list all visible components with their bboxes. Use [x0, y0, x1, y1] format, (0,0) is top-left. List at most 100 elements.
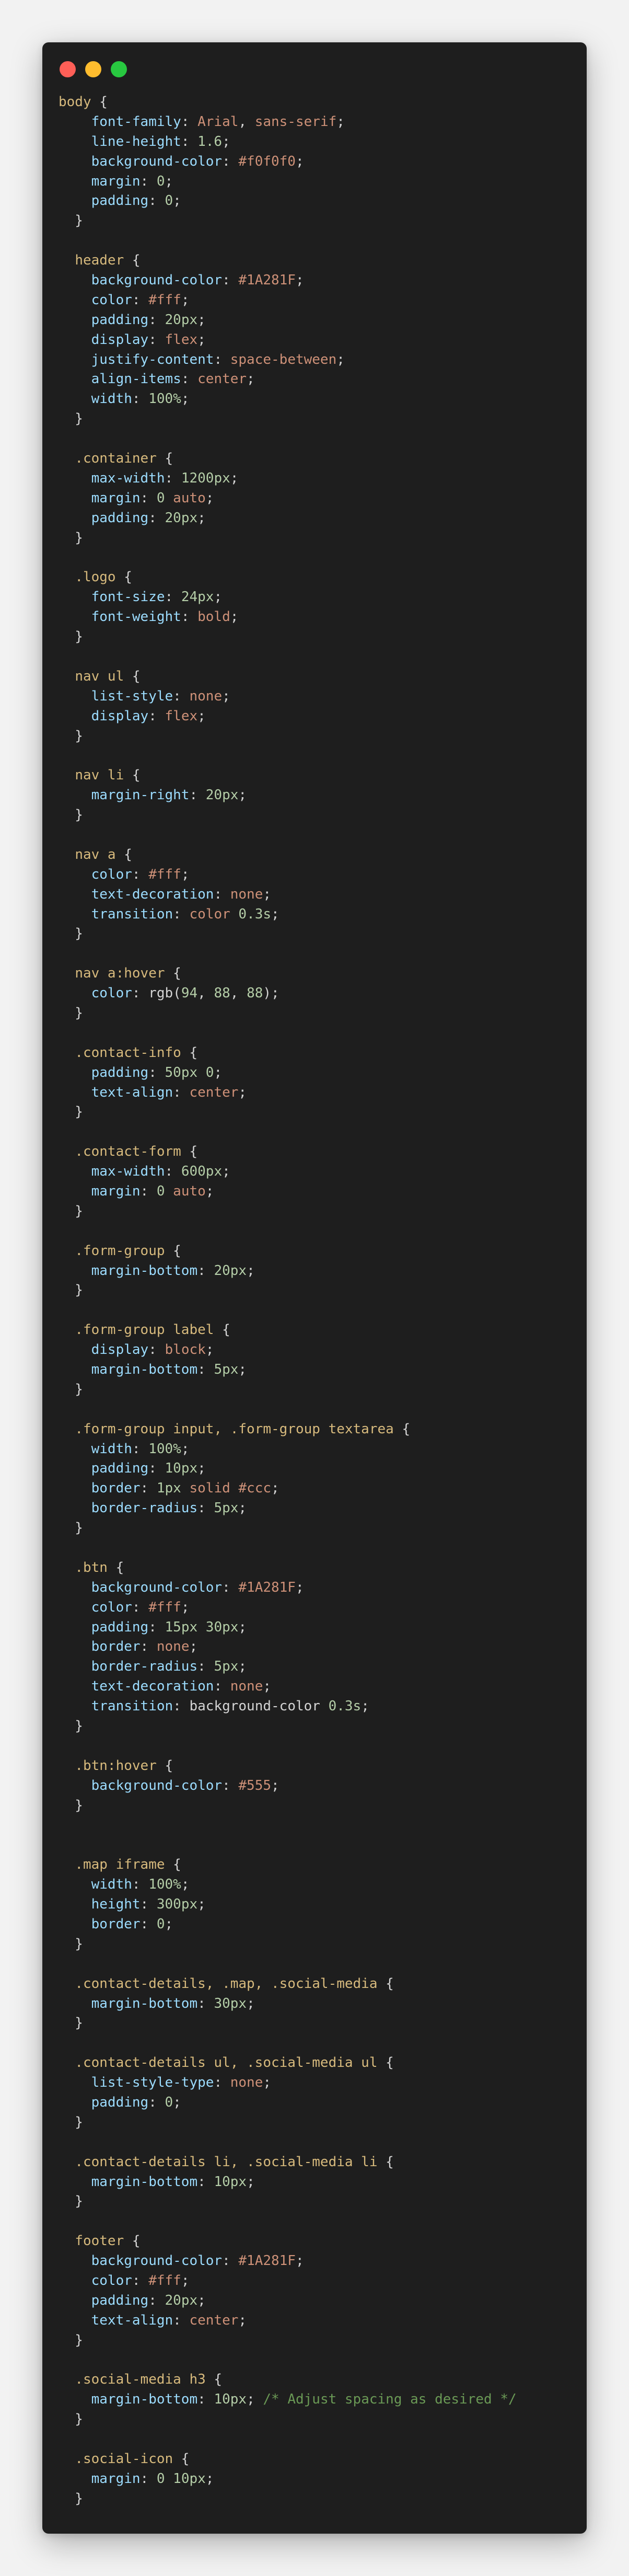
css-punctuation [59, 391, 91, 407]
css-selector: .contact-info [75, 1044, 181, 1061]
css-property: transition [91, 1698, 173, 1715]
css-punctuation [59, 867, 91, 882]
code-line: } [59, 1202, 576, 1222]
css-number: 10px [214, 2391, 247, 2408]
css-property: width [91, 391, 132, 407]
css-punctuation [59, 272, 91, 288]
css-punctuation: { [156, 451, 173, 467]
css-punctuation: ; [247, 371, 255, 387]
css-punctuation: ; [222, 133, 230, 150]
css-punctuation: ; [197, 331, 206, 348]
css-property: line-height [91, 133, 181, 150]
css-punctuation: : [173, 906, 190, 922]
code-line: background-color: #1A281F; [59, 271, 576, 291]
css-number: 10px [165, 1460, 198, 1477]
css-punctuation: ; [181, 2272, 190, 2288]
css-property: margin-bottom [91, 1362, 198, 1377]
css-punctuation [59, 1976, 75, 1992]
css-punctuation: } [59, 807, 83, 823]
css-number: 50px [165, 1064, 198, 1080]
css-value: solid [189, 1480, 230, 1497]
code-line: } [59, 727, 576, 746]
css-punctuation: } [59, 2411, 83, 2428]
minimize-window-button[interactable] [85, 61, 101, 77]
css-value: #ccc [238, 1480, 272, 1497]
css-number: 10px [214, 2174, 247, 2190]
code-line: header { [59, 251, 576, 271]
code-line: background-color: #555; [59, 1776, 576, 1796]
css-value: #fff [148, 1599, 181, 1615]
css-selector: .container [75, 451, 157, 467]
css-selector: body [59, 94, 91, 110]
css-punctuation: { [181, 1144, 198, 1160]
css-punctuation: , [230, 985, 247, 1002]
css-punctuation: { [165, 965, 181, 982]
css-punctuation: : [197, 1659, 214, 1675]
css-punctuation [59, 2253, 91, 2269]
code-line: color: #fff; [59, 865, 576, 885]
css-property: background-color [91, 153, 223, 169]
css-punctuation: ; [197, 1896, 206, 1913]
css-punctuation: ; [271, 1777, 279, 1793]
code-line: } [59, 627, 576, 647]
css-punctuation [59, 1263, 91, 1279]
css-punctuation: : [148, 312, 165, 328]
css-punctuation: ; [181, 391, 190, 407]
css-number: 5px [214, 1659, 239, 1675]
css-punctuation: { [377, 1975, 394, 1992]
css-punctuation [59, 352, 91, 367]
css-property: padding [91, 193, 149, 209]
css-value: #555 [238, 1777, 272, 1793]
css-punctuation [165, 490, 173, 506]
css-value: #fff [148, 866, 181, 882]
css-punctuation: : [222, 153, 239, 169]
css-property: margin [91, 1183, 141, 1199]
css-punctuation: : [222, 1777, 239, 1793]
css-property: padding [91, 510, 149, 526]
css-property: padding [91, 2292, 149, 2308]
css-number: 1200px [181, 470, 230, 486]
css-punctuation: : [181, 609, 198, 625]
css-punctuation [59, 470, 91, 486]
code-line: border-radius: 5px; [59, 1499, 576, 1519]
code-line: margin-bottom: 30px; [59, 1994, 576, 2014]
css-number: 5px [214, 1362, 239, 1377]
css-value: #f0f0f0 [238, 153, 296, 169]
css-selector: .contact-form [75, 1144, 181, 1160]
css-property: padding [91, 1460, 149, 1477]
css-punctuation [59, 1639, 91, 1654]
code-line: display: block; [59, 1340, 576, 1360]
css-punctuation: : [181, 113, 198, 130]
css-value: #1A281F [238, 1579, 296, 1595]
css-punctuation: ; [165, 1916, 173, 1932]
css-property: padding [91, 1619, 149, 1635]
close-window-button[interactable] [60, 61, 76, 77]
css-selector: .logo [75, 569, 116, 585]
css-comment: /* Adjust spacing as desired */ [263, 2391, 517, 2408]
css-punctuation: : [148, 2292, 165, 2308]
code-line: } [59, 409, 576, 429]
zoom-window-button[interactable] [111, 61, 127, 77]
css-punctuation: { [165, 1243, 181, 1259]
css-punctuation [59, 252, 75, 268]
css-punctuation: : [148, 1064, 165, 1080]
css-selector: nav a:hover [75, 965, 165, 982]
code-line: .contact-details ul, .social-media ul { [59, 2053, 576, 2073]
css-punctuation: { [173, 2451, 190, 2467]
css-property: max-width [91, 470, 165, 486]
css-punctuation: : [214, 351, 230, 367]
css-property: border-radius [91, 1659, 198, 1675]
code-line: margin: 0; [59, 172, 576, 192]
css-punctuation [230, 1480, 239, 1496]
css-punctuation: } [59, 1718, 83, 1734]
css-value: none [230, 1678, 263, 1695]
css-punctuation: } [59, 1203, 83, 1219]
code-line: text-decoration: none; [59, 1677, 576, 1697]
css-punctuation: ; [197, 708, 206, 724]
css-punctuation [59, 1480, 91, 1496]
